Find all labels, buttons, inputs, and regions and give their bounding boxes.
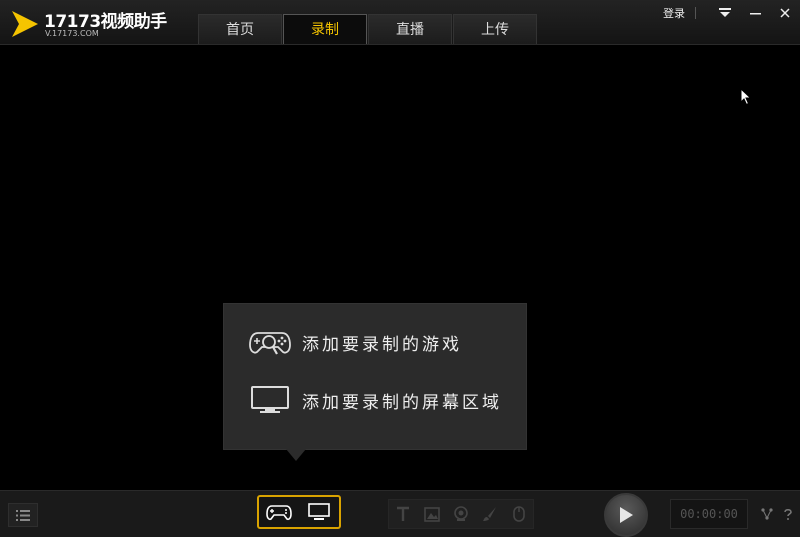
- image-tool-button[interactable]: [421, 503, 443, 525]
- main-tabs: 首页 录制 直播 上传: [198, 14, 538, 44]
- monitor-icon: [248, 383, 292, 417]
- help-button[interactable]: [781, 507, 795, 521]
- login-link[interactable]: 登录: [663, 5, 685, 21]
- divider: [695, 7, 696, 19]
- add-source-popup: 添加要录制的游戏 添加要录制的屏幕区域: [223, 303, 527, 450]
- help-icon: [784, 508, 792, 520]
- mouse-icon: [512, 506, 525, 522]
- popup-pointer: [286, 449, 306, 461]
- minimize-icon: [749, 13, 761, 15]
- source-selector: [257, 495, 341, 529]
- tab-record[interactable]: 录制: [283, 14, 367, 44]
- app-url: V.17173.COM: [45, 29, 99, 38]
- network-icon: [761, 508, 773, 520]
- text-tool-button[interactable]: [392, 503, 414, 525]
- webcam-tool-button[interactable]: [450, 503, 472, 525]
- tab-home[interactable]: 首页: [198, 14, 282, 44]
- tab-upload[interactable]: 上传: [453, 14, 537, 44]
- menu-dropdown-button[interactable]: [710, 0, 740, 26]
- list-icon: [16, 509, 30, 521]
- window-controls: 登录: [663, 0, 800, 26]
- mouse-tool-button[interactable]: [508, 503, 530, 525]
- record-play-button[interactable]: [604, 493, 648, 537]
- brush-icon: [482, 507, 496, 521]
- bottom-toolbar: 00:00:00: [0, 490, 800, 537]
- close-icon: [780, 8, 790, 18]
- image-icon: [424, 506, 440, 522]
- play-icon: [620, 507, 633, 523]
- webcam-icon: [454, 506, 468, 521]
- add-game-item[interactable]: 添加要录制的游戏: [248, 324, 462, 360]
- add-screen-region-item[interactable]: 添加要录制的屏幕区域: [248, 382, 502, 418]
- gamepad-icon: [266, 505, 292, 521]
- game-source-button[interactable]: [262, 499, 296, 525]
- text-icon: [397, 506, 410, 521]
- record-timer: 00:00:00: [670, 499, 748, 529]
- minimize-button[interactable]: [740, 0, 770, 26]
- list-button[interactable]: [8, 503, 38, 527]
- menu-down-icon: [719, 8, 731, 17]
- title-bar: 17173视频助手 V.17173.COM 首页 录制 直播 上传 登录: [0, 0, 800, 45]
- overlay-tools: [388, 499, 534, 529]
- mouse-cursor-icon: [740, 88, 752, 106]
- gamepad-search-icon: [248, 325, 292, 359]
- play-logo-icon: [12, 11, 38, 37]
- tab-live[interactable]: 直播: [368, 14, 452, 44]
- monitor-small-icon: [308, 503, 330, 520]
- app-logo: 17173视频助手 V.17173.COM: [10, 7, 167, 39]
- add-game-label: 添加要录制的游戏: [302, 334, 462, 355]
- screen-source-button[interactable]: [302, 499, 336, 525]
- add-screen-region-label: 添加要录制的屏幕区域: [302, 392, 502, 413]
- close-button[interactable]: [770, 0, 800, 26]
- network-button[interactable]: [760, 507, 774, 521]
- brush-tool-button[interactable]: [479, 503, 501, 525]
